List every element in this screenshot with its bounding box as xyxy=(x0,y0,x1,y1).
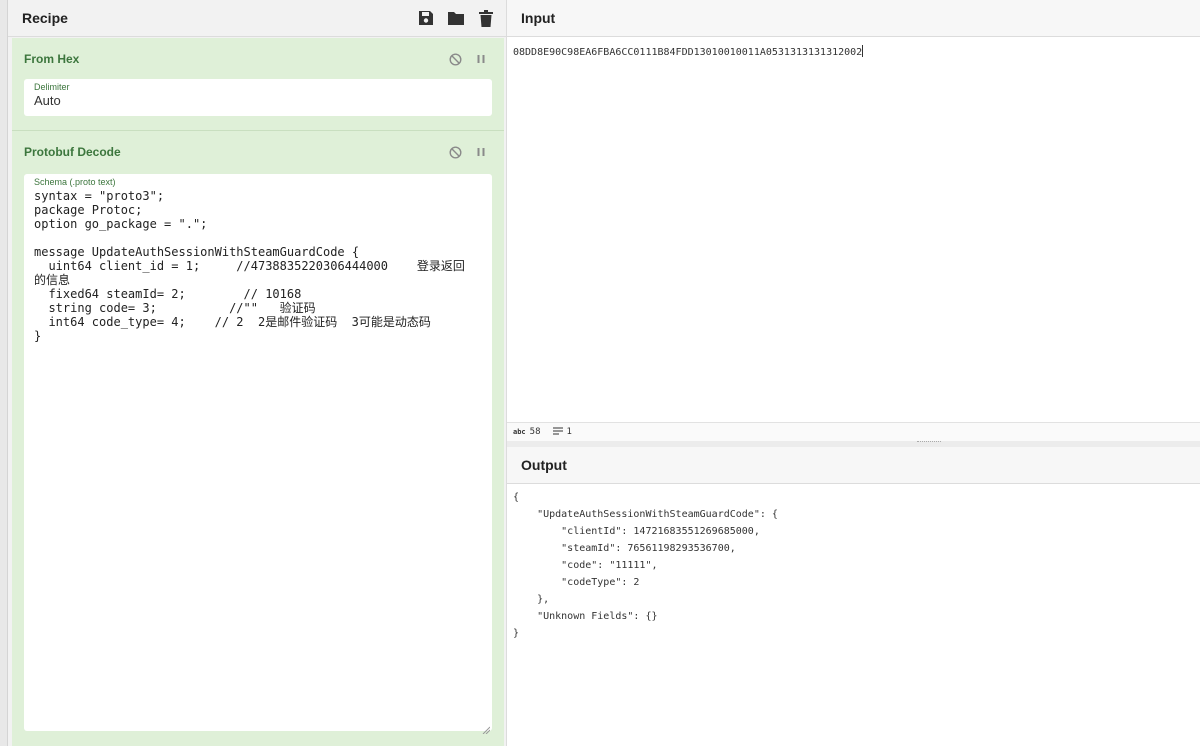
length-icon: abc xyxy=(513,428,526,436)
input-lines-value: 1 xyxy=(566,427,572,437)
output-textarea[interactable]: { "UpdateAuthSessionWithSteamGuardCode":… xyxy=(507,485,1200,746)
schema-field[interactable]: Schema (.proto text) syntax = "proto3"; … xyxy=(24,174,492,735)
text-caret xyxy=(862,44,864,57)
output-title: Output xyxy=(521,457,567,473)
input-textarea[interactable]: 08DD8E90C98EA6FBA6CC0111B84FDD1301001001… xyxy=(507,37,1200,422)
recipe-header: Recipe xyxy=(8,0,506,37)
io-panel: Input 08DD8E90C98EA6FBA6CC0111B84FDD1301… xyxy=(506,0,1200,746)
save-icon[interactable] xyxy=(416,8,436,28)
splitter-grip xyxy=(917,441,941,443)
output-header-wrap: Output xyxy=(507,447,1200,484)
input-status-bar: abc 58 1 xyxy=(507,422,1200,442)
output-header: Output xyxy=(507,447,1200,484)
input-lines-stat: 1 xyxy=(552,427,572,438)
disable-icon[interactable] xyxy=(448,52,462,66)
schema-label: Schema (.proto text) xyxy=(34,177,116,187)
operation-controls xyxy=(448,52,492,66)
disable-icon[interactable] xyxy=(448,145,462,159)
operation-title: From Hex xyxy=(24,52,80,66)
lines-icon xyxy=(552,427,563,438)
input-length-stat: abc 58 xyxy=(513,427,541,437)
folder-icon[interactable] xyxy=(446,8,466,28)
input-title: Input xyxy=(521,10,556,26)
operation-header: From Hex xyxy=(24,38,492,80)
pause-icon[interactable] xyxy=(474,52,488,66)
operation-controls xyxy=(448,145,492,159)
input-length-value: 58 xyxy=(529,427,541,437)
input-header: Input xyxy=(507,0,1200,37)
recipe-operations: From Hex Delimiter Auto Protobuf Decode xyxy=(12,38,504,746)
operation-protobuf-decode[interactable]: Protobuf Decode Schema (.proto text) syn… xyxy=(12,131,504,746)
pause-icon[interactable] xyxy=(474,145,488,159)
delimiter-value[interactable]: Auto xyxy=(34,93,482,109)
resize-handle-icon[interactable] xyxy=(482,721,491,735)
recipe-toolbar xyxy=(416,8,496,28)
output-json[interactable]: { "UpdateAuthSessionWithSteamGuardCode":… xyxy=(513,489,1194,642)
delimiter-label: Delimiter xyxy=(34,82,70,92)
recipe-panel: Recipe From Hex Delimiter Auto Protobuf … xyxy=(8,0,506,746)
schema-textarea[interactable]: syntax = "proto3"; package Protoc; optio… xyxy=(34,189,474,343)
input-value[interactable]: 08DD8E90C98EA6FBA6CC0111B84FDD1301001001… xyxy=(513,47,862,58)
operation-header: Protobuf Decode xyxy=(24,131,492,173)
recipe-title: Recipe xyxy=(22,10,68,26)
trash-icon[interactable] xyxy=(476,8,496,28)
left-gutter xyxy=(0,0,8,746)
operation-title: Protobuf Decode xyxy=(24,145,121,159)
delimiter-field[interactable]: Delimiter Auto xyxy=(24,79,492,116)
operation-from-hex[interactable]: From Hex Delimiter Auto xyxy=(12,38,504,131)
